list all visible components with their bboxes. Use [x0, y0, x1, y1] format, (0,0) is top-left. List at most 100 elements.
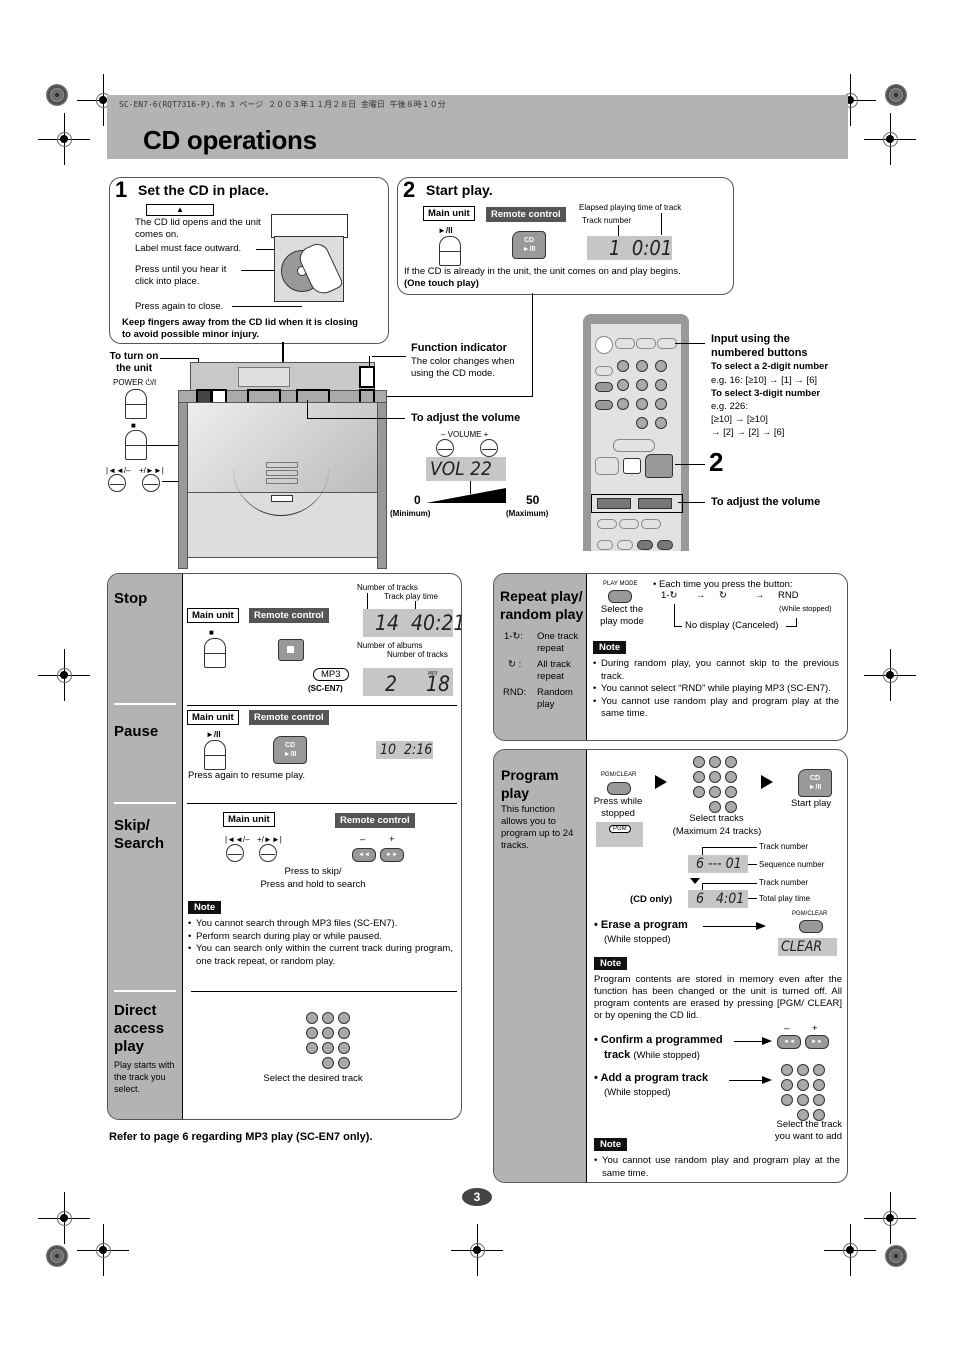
remote-pgm-button[interactable] [595, 382, 613, 392]
num-button[interactable] [725, 801, 737, 813]
num-button[interactable] [338, 1057, 350, 1069]
note-item: You cannot select “RND” while playing MP… [593, 683, 839, 696]
remote-tuner-button[interactable] [595, 457, 619, 475]
num-button[interactable] [709, 801, 721, 813]
num-button[interactable] [813, 1064, 825, 1076]
program-subtitle: This function allows you to program up t… [501, 804, 574, 851]
pause-main-button[interactable] [204, 740, 226, 770]
play-pause-button[interactable] [439, 236, 461, 266]
num-button[interactable] [813, 1094, 825, 1106]
track-play-time-label: Track play time [384, 592, 438, 601]
stop-button[interactable] [125, 430, 147, 460]
num-3-button[interactable] [655, 360, 667, 372]
remote-playmode-button[interactable] [595, 400, 613, 410]
num-8-button[interactable] [636, 398, 648, 410]
num-button[interactable] [725, 756, 737, 768]
num-button[interactable] [322, 1012, 334, 1024]
power-label: POWER ⏻/I [113, 378, 157, 387]
cd-lid-eject-button[interactable] [271, 495, 293, 502]
remote-timer-button[interactable] [636, 338, 656, 349]
remote-cd-play-button[interactable]: CD ►/II [512, 231, 546, 259]
skip-note-label: Note [188, 901, 222, 914]
num-button[interactable] [693, 786, 705, 798]
num-button[interactable] [725, 786, 737, 798]
step2-title: Start play. [426, 182, 493, 198]
remote-vol-down-button[interactable] [597, 498, 631, 509]
num-button[interactable] [693, 771, 705, 783]
lcd-display: 1 0:01 [587, 236, 672, 260]
confirm-fwd-button[interactable]: ►► [805, 1035, 829, 1049]
note-item: You can search only within the current t… [188, 943, 453, 968]
pause-display: 10 2:16 [376, 741, 433, 759]
skip-fwd-button[interactable] [142, 474, 160, 492]
num-button[interactable] [322, 1042, 334, 1054]
num-button[interactable] [306, 1042, 318, 1054]
step2-desc: If the CD is already in the unit, the un… [404, 266, 681, 277]
skip-back-button[interactable] [108, 474, 126, 492]
num-0-button[interactable] [636, 417, 648, 429]
num-button[interactable] [322, 1027, 334, 1039]
num-button[interactable] [709, 756, 721, 768]
remote-skip-back-button[interactable] [637, 540, 653, 550]
step1-box: 1 Set the CD in place. ▲ The CD lid open… [109, 177, 389, 344]
step1-text-lid: The CD lid opens and the unit comes on. [135, 217, 261, 240]
remote-clock-button[interactable] [615, 338, 635, 349]
num-button[interactable] [322, 1057, 334, 1069]
remote-vol-up-button[interactable] [638, 498, 672, 509]
volume-down-button[interactable] [436, 439, 454, 457]
num-button[interactable] [797, 1064, 809, 1076]
skip-main-back-button[interactable] [226, 844, 244, 862]
num-button[interactable] [781, 1079, 793, 1091]
skip-remote-fwd-button[interactable]: ►► [380, 848, 404, 862]
one-touch-label: (One touch play) [404, 278, 479, 289]
remote-display-button[interactable] [657, 338, 677, 349]
num-9-button[interactable] [655, 398, 667, 410]
skip-main-fwd-button[interactable] [259, 844, 277, 862]
stop-remote-button[interactable] [278, 639, 304, 661]
num-button[interactable] [781, 1094, 793, 1106]
remote-aux-button[interactable] [613, 439, 655, 452]
num-button[interactable] [306, 1012, 318, 1024]
play-mode-button[interactable] [608, 590, 632, 603]
eject-button[interactable]: ▲ [146, 204, 214, 216]
num-button[interactable] [725, 771, 737, 783]
program-cd-play-button[interactable]: CD ►/II [798, 769, 832, 797]
num-button[interactable] [709, 771, 721, 783]
pgm-clear-erase-button[interactable] [799, 920, 823, 933]
num-button[interactable] [709, 786, 721, 798]
skip-remote-back-button[interactable]: ◄◄ [352, 848, 376, 862]
num-button[interactable] [693, 756, 705, 768]
stop-main-button[interactable] [204, 638, 226, 668]
remote-cd-button[interactable] [645, 454, 673, 478]
num-2-button[interactable] [636, 360, 648, 372]
num-button[interactable] [797, 1094, 809, 1106]
pause-remote-cd-button[interactable]: CD ►/II [273, 736, 307, 764]
power-button[interactable] [125, 389, 147, 419]
remote-stop-button[interactable] [623, 458, 641, 474]
num-4-button[interactable] [617, 379, 629, 391]
repeat-title: Repeat play/ random play [500, 588, 584, 622]
pause-main-unit-label: Main unit [187, 710, 239, 725]
num-6-button[interactable] [655, 379, 667, 391]
num-button[interactable] [813, 1079, 825, 1091]
num-10plus-button[interactable] [655, 417, 667, 429]
num-1-button[interactable] [617, 360, 629, 372]
num-button[interactable] [797, 1079, 809, 1091]
num-button[interactable] [781, 1064, 793, 1076]
note-item: You cannot use random play and program p… [594, 1155, 840, 1180]
pgm-clear-button[interactable] [607, 782, 631, 795]
num-5-button[interactable] [636, 379, 648, 391]
mode-arrow-2: → [755, 590, 765, 601]
no-display-label: No display (Canceled) [685, 620, 779, 631]
volume-up-button[interactable] [480, 439, 498, 457]
remote-skip-fwd-button[interactable] [657, 540, 673, 550]
num-button[interactable] [338, 1042, 350, 1054]
repeat-legend-key-2: ↻ : [508, 659, 522, 670]
num-button[interactable] [338, 1027, 350, 1039]
num-button[interactable] [338, 1012, 350, 1024]
num-button[interactable] [306, 1027, 318, 1039]
num-7-button[interactable] [617, 398, 629, 410]
confirm-back-button[interactable]: ◄◄ [777, 1035, 801, 1049]
remote-power-button[interactable] [595, 336, 613, 354]
remote-sleep-button[interactable] [595, 366, 613, 376]
